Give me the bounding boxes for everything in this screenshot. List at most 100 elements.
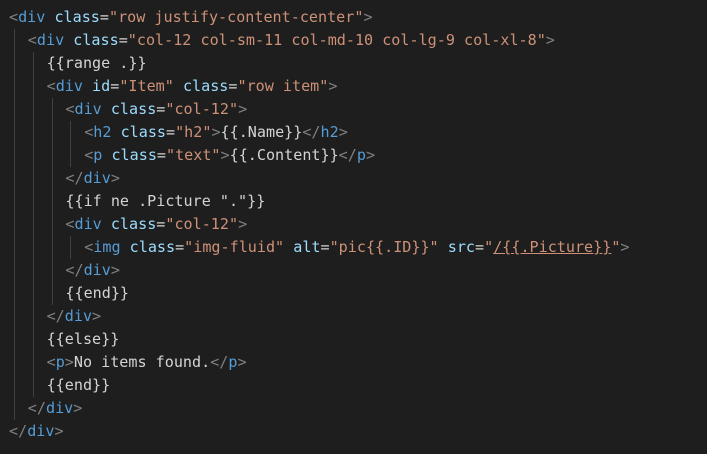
code-token-attr: class: [54, 8, 100, 26]
code-token-attr: class: [182, 77, 229, 95]
code-line[interactable]: {{end}}: [47, 374, 111, 397]
code-token-bracket: </: [210, 353, 229, 371]
code-line[interactable]: <div class="col-12">: [65, 213, 247, 236]
code-token-bracket: <: [46, 77, 56, 95]
code-token-bracket: >: [238, 100, 248, 118]
code-token-tag: div: [36, 31, 65, 49]
code-token-attr: class: [110, 215, 157, 233]
code-line[interactable]: <div class="col-12">: [65, 98, 247, 121]
code-token-text: =: [166, 123, 176, 141]
code-line[interactable]: <img class="img-fluid" alt="pic{{.ID}}" …: [84, 236, 629, 259]
code-token-str: "row justify-content-center": [108, 8, 364, 26]
code-line[interactable]: <p>No items found.</p>: [47, 351, 247, 374]
code-line[interactable]: </div>: [9, 420, 64, 443]
code-line[interactable]: </div>: [65, 259, 120, 282]
code-token-bracket: <: [84, 146, 94, 164]
code-token-tag: div: [74, 215, 102, 233]
code-token-text: {{if ne .Picture "."}}: [65, 192, 266, 210]
code-token-bracket: >: [338, 123, 348, 141]
code-token-bracket: <: [27, 31, 37, 49]
code-line[interactable]: <div id="Item" class="row item">: [47, 75, 338, 98]
code-token-bracket: >: [363, 8, 373, 26]
indent-guide: [14, 29, 15, 420]
code-token-tag: p: [55, 353, 65, 371]
code-token-bracket: >: [211, 123, 221, 141]
code-token-attr: class: [73, 31, 119, 49]
code-token-tag: p: [93, 146, 103, 164]
indent-guide: [32, 52, 34, 397]
code-token-bracket: <: [84, 238, 94, 256]
code-token-tag: p: [356, 146, 366, 164]
code-line[interactable]: {{range .}}: [47, 52, 147, 75]
code-token-str: ": [484, 238, 494, 256]
code-line[interactable]: {{end}}: [65, 282, 129, 305]
code-token-text: {{end}}: [65, 284, 130, 302]
code-token-str: "h2": [175, 123, 212, 141]
code-token-text: =: [475, 238, 485, 256]
code-token-str: "img-fluid": [184, 238, 285, 256]
code-token-text: {{range .}}: [46, 54, 147, 72]
code-token-bracket: <: [84, 123, 94, 141]
code-token-tag: div: [64, 307, 93, 325]
code-token-text: =: [110, 77, 120, 95]
code-token-bracket: >: [73, 399, 83, 417]
code-token-attr: id: [92, 77, 111, 95]
code-token-tag: div: [83, 169, 111, 187]
indent-guide: [70, 236, 72, 259]
code-token-attr: alt: [293, 238, 321, 256]
code-token-attr: class: [110, 100, 157, 118]
code-token-bracket: </: [65, 169, 84, 187]
code-token-bracket: >: [220, 146, 230, 164]
code-token-attr: class: [129, 238, 176, 256]
code-editor[interactable]: <div class="row justify-content-center">…: [0, 0, 707, 454]
code-line[interactable]: </div>: [28, 397, 83, 420]
code-token-text: {{.Content}}: [229, 146, 339, 164]
code-token-bracket: >: [64, 353, 74, 371]
code-token-text: =: [156, 100, 166, 118]
code-token-bracket: >: [110, 261, 120, 279]
code-token-bracket: >: [92, 307, 102, 325]
code-token-str: "col-12": [165, 100, 239, 118]
code-line[interactable]: </div>: [47, 305, 102, 328]
code-token-text: {{.Name}}: [220, 123, 303, 141]
code-token-bracket: </: [27, 399, 46, 417]
code-token-str: "row item": [237, 77, 329, 95]
code-token-str: "pic{{.ID}}": [329, 238, 439, 256]
code-line[interactable]: <p class="text">{{.Content}}</p>: [84, 144, 375, 167]
code-token-tag: div: [27, 422, 55, 440]
code-token-str: "Item": [119, 77, 174, 95]
code-line[interactable]: {{else}}: [47, 328, 120, 351]
code-token-bracket: >: [54, 422, 64, 440]
code-token-bracket: >: [110, 169, 120, 187]
code-line[interactable]: <div class="row justify-content-center">: [9, 6, 373, 29]
code-line[interactable]: {{if ne .Picture "."}}: [65, 190, 265, 213]
code-token-text: =: [320, 238, 330, 256]
code-token-bracket: </: [302, 123, 321, 141]
code-token-tag: h2: [93, 123, 112, 141]
code-token-attr: class: [120, 123, 166, 141]
code-token-bracket: </: [338, 146, 357, 164]
code-token-tag: div: [55, 77, 83, 95]
code-line[interactable]: <h2 class="h2">{{.Name}}</h2>: [84, 121, 348, 144]
code-token-text: =: [99, 8, 109, 26]
code-token-text: =: [156, 146, 166, 164]
code-token-attr: class: [111, 146, 157, 164]
code-token-tag: div: [74, 100, 102, 118]
code-token-tag: h2: [320, 123, 339, 141]
code-token-bracket: >: [365, 146, 376, 164]
code-token-bracket: >: [620, 238, 630, 256]
code-line[interactable]: </div>: [65, 167, 120, 190]
code-token-str: "text": [166, 146, 221, 164]
code-token-bracket: </: [9, 422, 28, 440]
indent-guide: [70, 121, 72, 167]
code-token-text: {{end}}: [46, 376, 111, 394]
code-line[interactable]: <div class="col-12 col-sm-11 col-md-10 c…: [28, 29, 555, 52]
code-token-str: "col-12 col-sm-11 col-md-10 col-lg-9 col…: [127, 31, 546, 49]
